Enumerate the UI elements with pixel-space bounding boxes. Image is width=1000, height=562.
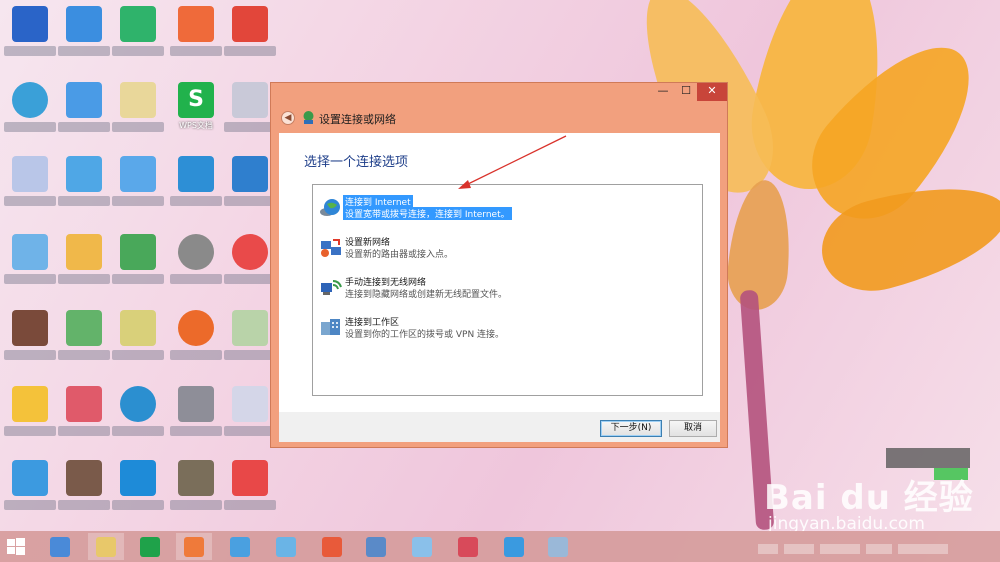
taskbar-app[interactable] (268, 533, 304, 560)
taskbar-app[interactable] (222, 533, 258, 560)
desktop-icon-label: WPS文档 (179, 121, 213, 130)
baidu-jingyan-watermark: Bai du 经验 jingyan.baidu.com (764, 470, 1000, 540)
taskbar (0, 531, 1000, 562)
desktop-icon[interactable] (2, 230, 58, 300)
desktop-icon[interactable] (56, 456, 112, 526)
desktop-icon[interactable] (110, 306, 166, 376)
desktop-icon[interactable] (2, 78, 58, 148)
desktop-icon[interactable] (110, 152, 166, 222)
desktop-icon[interactable] (2, 456, 58, 526)
desktop-icon[interactable] (168, 306, 224, 376)
desktop-icon[interactable] (168, 230, 224, 300)
desktop-icon[interactable] (56, 306, 112, 376)
desktop-icon[interactable] (2, 152, 58, 222)
desktop-icon[interactable] (110, 2, 166, 72)
desktop-icon-wps[interactable]: S WPS文档 (168, 78, 224, 148)
desktop-icon[interactable] (56, 382, 112, 452)
desktop-icon-grid: S WPS文档 (0, 0, 278, 530)
desktop-icon[interactable] (168, 2, 224, 72)
taskbar-app[interactable] (88, 533, 124, 560)
option-description: 设置到你的工作区的拨号或 VPN 连接。 (345, 330, 505, 340)
desktop-icon[interactable] (110, 230, 166, 300)
back-arrow-icon[interactable]: ◀ (281, 111, 295, 125)
taskbar-app[interactable] (132, 533, 168, 560)
connection-options-list: 连接到 Internet 设置宽带或拨号连接，连接到 Internet。 设置新… (312, 184, 703, 396)
dialog-footer: 下一步(N) 取消 (279, 412, 720, 442)
dialog-header: ◀ 设置连接或网络 (271, 105, 727, 131)
window-titlebar[interactable]: — ☐ ✕ (271, 83, 727, 101)
desktop-icon[interactable] (110, 382, 166, 452)
desktop-icon[interactable] (2, 306, 58, 376)
desktop-icon[interactable] (168, 382, 224, 452)
wireless-icon (321, 280, 342, 295)
dialog-content: 选择一个连接选项 连接到 Internet 设置宽带或拨号连接，连接到 Inte… (279, 133, 720, 412)
setup-connection-dialog: — ☐ ✕ ◀ 设置连接或网络 选择一个连接选项 连接到 Internet 设置… (270, 82, 728, 448)
router-icon (321, 239, 341, 257)
taskbar-app[interactable] (540, 533, 576, 560)
dialog-title: 设置连接或网络 (319, 113, 396, 126)
option-description: 设置宽带或拨号连接，连接到 Internet。 (343, 207, 512, 220)
workplace-icon (321, 319, 340, 335)
system-tray[interactable] (758, 539, 988, 555)
option-description: 连接到隐藏网络或创建新无线配置文件。 (345, 290, 508, 300)
desktop-icon[interactable] (56, 2, 112, 72)
option-workplace[interactable]: 连接到工作区 设置到你的工作区的拨号或 VPN 连接。 (317, 311, 697, 345)
taskbar-app[interactable] (404, 533, 440, 560)
taskbar-app[interactable] (42, 533, 78, 560)
network-setup-icon (303, 111, 314, 124)
taskbar-app[interactable] (496, 533, 532, 560)
desktop-icon[interactable] (222, 456, 278, 526)
option-new-network[interactable]: 设置新网络 设置新的路由器或接入点。 (317, 231, 697, 265)
taskbar-app[interactable] (314, 533, 350, 560)
watermark-logo: Bai du 经验 (764, 478, 974, 518)
next-button[interactable]: 下一步(N) (600, 420, 662, 437)
windows-start-icon[interactable] (6, 537, 26, 557)
taskbar-app[interactable] (450, 533, 486, 560)
close-button[interactable]: ✕ (697, 83, 727, 101)
desktop-icon[interactable] (110, 456, 166, 526)
desktop-icon[interactable] (168, 152, 224, 222)
option-description: 设置新的路由器或接入点。 (345, 250, 454, 260)
desktop-icon[interactable] (2, 2, 58, 72)
wps-icon: S (178, 82, 214, 118)
desktop-icon[interactable] (168, 456, 224, 526)
globe-icon (320, 199, 340, 216)
taskbar-app[interactable] (176, 533, 212, 560)
option-manual-wireless[interactable]: 手动连接到无线网络 连接到隐藏网络或创建新无线配置文件。 (317, 271, 697, 305)
desktop-icon[interactable] (56, 78, 112, 148)
option-connect-internet[interactable]: 连接到 Internet 设置宽带或拨号连接，连接到 Internet。 (317, 191, 697, 225)
desktop-icon[interactable] (110, 78, 166, 148)
desktop-icon[interactable] (56, 152, 112, 222)
desktop-icon[interactable] (56, 230, 112, 300)
desktop-icon[interactable] (2, 382, 58, 452)
taskbar-app[interactable] (358, 533, 394, 560)
maximize-button[interactable]: ☐ (675, 83, 697, 101)
desktop-icon[interactable] (222, 2, 278, 72)
cancel-button[interactable]: 取消 (669, 420, 717, 437)
instruction-text: 选择一个连接选项 (304, 155, 409, 170)
minimize-button[interactable]: — (651, 83, 675, 101)
